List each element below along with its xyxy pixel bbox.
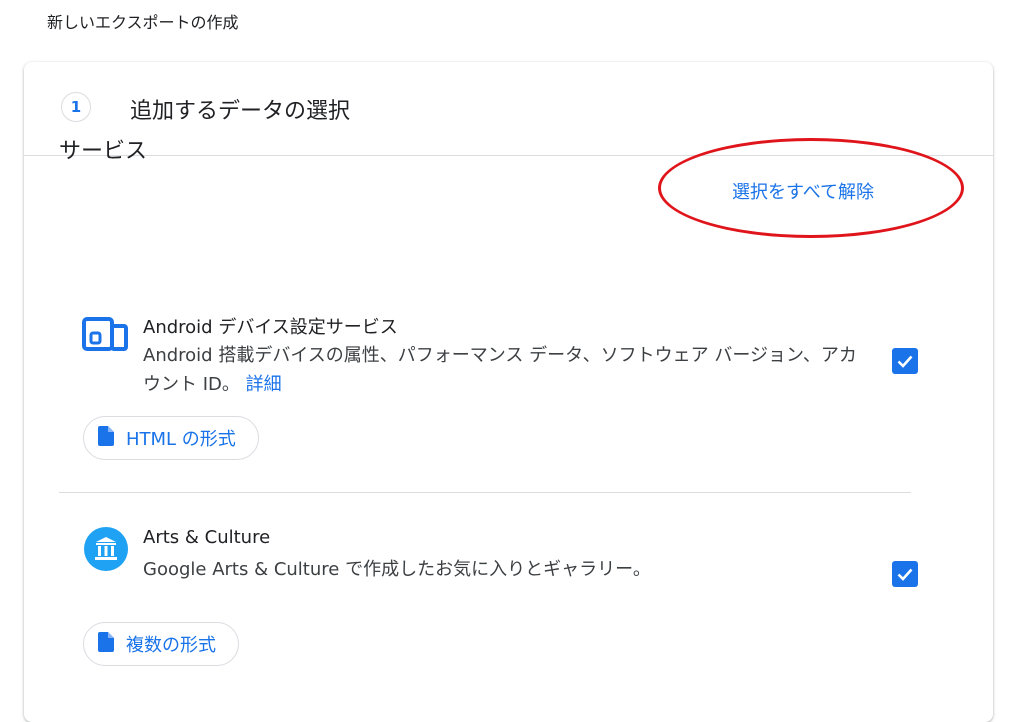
android-device-icon: [82, 317, 128, 355]
service-name: Android デバイス設定サービス: [143, 317, 398, 338]
arts-culture-icon: [84, 527, 128, 575]
details-link[interactable]: 詳細: [246, 374, 282, 395]
deselect-all-link[interactable]: 選択をすべて解除: [732, 178, 874, 204]
services-section-title: サービス: [59, 139, 148, 164]
format-button-arts-culture[interactable]: 複数の形式: [83, 622, 239, 666]
step-number-badge: 1: [61, 92, 91, 122]
service-divider: [59, 492, 911, 493]
format-button-label: 複数の形式: [126, 635, 216, 656]
format-button-label: HTML の形式: [126, 429, 236, 450]
page-title: 新しいエクスポートの作成: [47, 13, 239, 32]
service-description: Google Arts & Culture で作成したお気に入りとギャラリー。: [143, 555, 873, 584]
service-description-text: Google Arts & Culture で作成したお気に入りとギャラリー。: [143, 559, 651, 580]
service-checkbox-android[interactable]: [892, 348, 918, 374]
service-name: Arts & Culture: [143, 527, 271, 548]
checkmark-icon: [897, 355, 913, 368]
service-description: Android 搭載デバイスの属性、パフォーマンス データ、ソフトウェア バージ…: [143, 341, 873, 399]
step-header[interactable]: 1 追加するデータの選択: [24, 62, 993, 156]
step-title: 追加するデータの選択: [130, 99, 351, 124]
format-button-android[interactable]: HTML の形式: [83, 416, 259, 460]
checkmark-icon: [897, 568, 913, 581]
document-icon: [98, 632, 114, 656]
service-checkbox-arts-culture[interactable]: [892, 561, 918, 587]
document-icon: [98, 426, 114, 450]
